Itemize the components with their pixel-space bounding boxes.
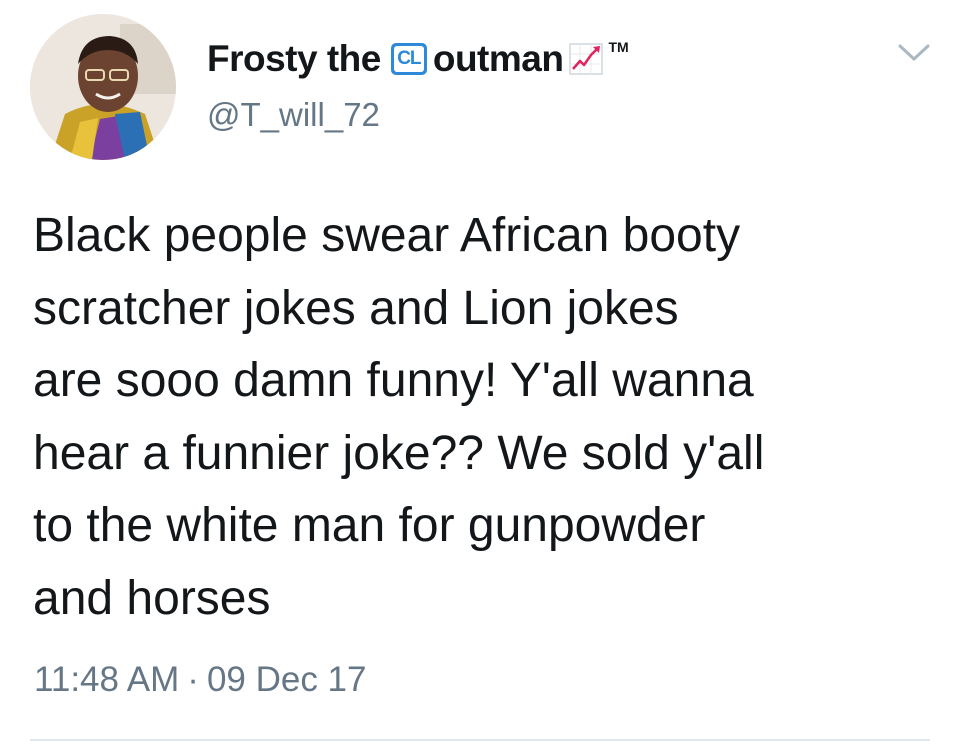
tweet-timestamp[interactable]: 11:48 AM · 09 Dec 17: [34, 660, 367, 700]
trademark-symbol: TM: [608, 39, 629, 55]
cl-badge-icon: CL: [390, 43, 427, 75]
tweet-date: 09 Dec 17: [206, 660, 367, 699]
display-name-part2: outman: [432, 38, 564, 79]
display-name[interactable]: Frosty the CL outman TM: [207, 37, 629, 81]
display-name-part1: Frosty the: [207, 38, 381, 79]
tweet-text-line: scratcher jokes and Lion jokes: [33, 281, 679, 335]
meta-separator: ·: [187, 660, 199, 699]
tweet-text-line: hear a funnier joke?? We sold y'all: [33, 426, 765, 480]
user-handle[interactable]: @T_will_72: [207, 96, 380, 134]
tweet-text-line: and horses: [33, 571, 271, 625]
tweet-text-line: Black people swear African booty: [33, 209, 741, 262]
tweet-text-line: to the white man for gunpowder: [33, 499, 706, 552]
chart-increasing-icon: [569, 43, 604, 75]
avatar[interactable]: [30, 14, 176, 160]
divider: [30, 739, 930, 741]
tweet-text-line: are sooo damn funny! Y'all wanna: [33, 354, 754, 407]
tweet-card: Frosty the CL outman TM @T_will_72 Black…: [0, 0, 960, 745]
chevron-down-icon[interactable]: [896, 42, 932, 64]
avatar-image: [30, 14, 176, 160]
tweet-text: Black people swear African booty scratch…: [33, 200, 933, 635]
cl-badge-text: CL: [393, 46, 424, 72]
tweet-time: 11:48 AM: [34, 660, 180, 699]
